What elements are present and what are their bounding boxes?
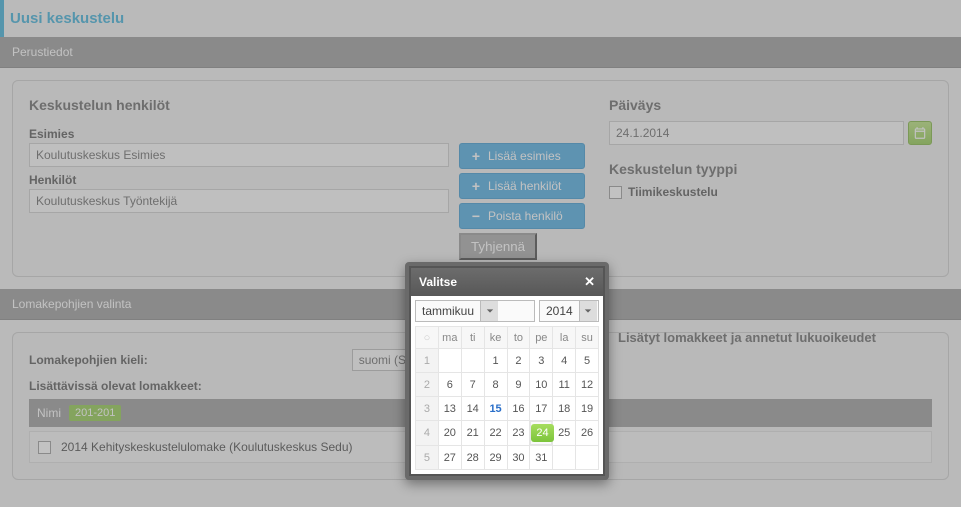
calendar-day[interactable]: 19: [576, 397, 599, 421]
calendar-day[interactable]: 9: [507, 373, 530, 397]
close-icon: ✕: [584, 274, 595, 289]
calendar-day[interactable]: 11: [553, 373, 576, 397]
week-number: 1: [416, 349, 439, 373]
month-select-value: tammikuu: [416, 304, 480, 318]
calendar-day: [438, 349, 461, 373]
week-number: 4: [416, 421, 439, 446]
calendar-grid: ○matiketopelasu 112345267891011123131415…: [415, 326, 599, 470]
chevron-down-icon: [480, 301, 498, 321]
weekday-header: to: [507, 327, 530, 349]
year-select-value: 2014: [540, 304, 579, 318]
calendar-day[interactable]: 22: [484, 421, 507, 446]
week-number: 5: [416, 446, 439, 470]
calendar-day[interactable]: 28: [461, 446, 484, 470]
week-number: 3: [416, 397, 439, 421]
calendar-day[interactable]: 10: [530, 373, 553, 397]
weekday-header: ma: [438, 327, 461, 349]
calendar-day: [461, 349, 484, 373]
modal-close-button[interactable]: ✕: [584, 274, 595, 290]
calendar-day[interactable]: 16: [507, 397, 530, 421]
weekday-header: pe: [530, 327, 553, 349]
calendar-day[interactable]: 27: [438, 446, 461, 470]
calendar-day[interactable]: 7: [461, 373, 484, 397]
week-col-header: ○: [416, 327, 439, 349]
calendar-day: [553, 446, 576, 470]
calendar-day[interactable]: 12: [576, 373, 599, 397]
calendar-day[interactable]: 25: [553, 421, 576, 446]
calendar-day[interactable]: 23: [507, 421, 530, 446]
calendar-day[interactable]: 8: [484, 373, 507, 397]
weekday-header: la: [553, 327, 576, 349]
calendar-day[interactable]: 26: [576, 421, 599, 446]
calendar-day[interactable]: 17: [530, 397, 553, 421]
datepicker-modal: Valitse ✕ tammikuu 2014 ○matiketopelasu …: [405, 262, 609, 480]
calendar-day[interactable]: 30: [507, 446, 530, 470]
year-select[interactable]: 2014: [539, 300, 599, 322]
calendar-day[interactable]: 24: [530, 421, 552, 445]
calendar-day[interactable]: 29: [484, 446, 507, 470]
calendar-day[interactable]: 4: [553, 349, 576, 373]
weekday-header: su: [576, 327, 599, 349]
modal-title: Valitse: [419, 275, 457, 289]
chevron-down-icon: [579, 301, 597, 321]
calendar-day[interactable]: 13: [438, 397, 461, 421]
weekday-header: ke: [484, 327, 507, 349]
calendar-day[interactable]: 20: [438, 421, 461, 446]
calendar-day[interactable]: 2: [507, 349, 530, 373]
week-number: 2: [416, 373, 439, 397]
calendar-day[interactable]: 15: [484, 397, 507, 421]
calendar-day[interactable]: 31: [530, 446, 553, 470]
calendar-day[interactable]: 5: [576, 349, 599, 373]
month-select[interactable]: tammikuu: [415, 300, 535, 322]
calendar-day[interactable]: 6: [438, 373, 461, 397]
calendar-day[interactable]: 3: [530, 349, 553, 373]
calendar-day[interactable]: 14: [461, 397, 484, 421]
calendar-day[interactable]: 21: [461, 421, 484, 446]
calendar-day[interactable]: 1: [484, 349, 507, 373]
weekday-header: ti: [461, 327, 484, 349]
calendar-day: [576, 446, 599, 470]
calendar-day[interactable]: 18: [553, 397, 576, 421]
